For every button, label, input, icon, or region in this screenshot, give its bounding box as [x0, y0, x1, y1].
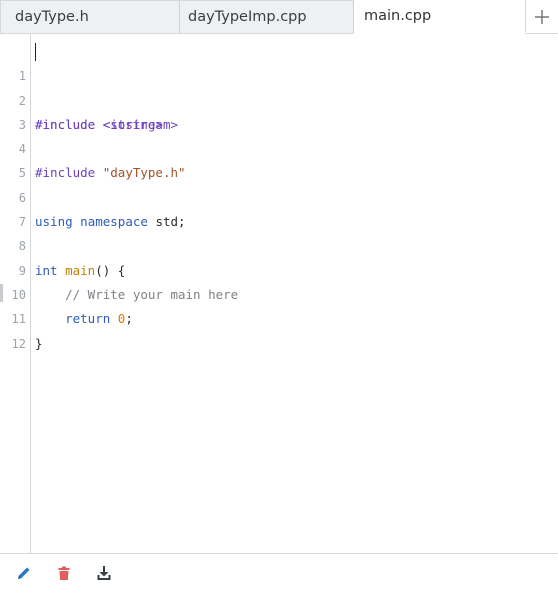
- code-line: 3: [0, 89, 558, 132]
- code-line: 11 }: [0, 283, 558, 350]
- text-cursor: [35, 43, 36, 61]
- add-tab-button[interactable]: [526, 0, 558, 33]
- code-line: 4 #include "dayType.h": [0, 113, 558, 180]
- tab-main-cpp[interactable]: main.cpp: [354, 0, 526, 34]
- code-line: 12: [0, 307, 558, 351]
- trash-icon: [58, 566, 70, 580]
- tab-daytypeimp-cpp[interactable]: dayTypeImp.cpp: [180, 0, 354, 33]
- code-line: 10 return 0;: [0, 259, 558, 326]
- code-line: 1 #include <iostream>: [0, 40, 558, 132]
- line-number: 12: [11, 336, 26, 351]
- delete-button[interactable]: [54, 563, 74, 583]
- code-line: 6 using namespace std;: [0, 161, 558, 229]
- code-editor[interactable]: 1 #include <iostream> 2 #include <string…: [0, 34, 558, 553]
- pencil-icon: [18, 567, 30, 579]
- code-line: 2 #include <string>: [0, 64, 558, 132]
- tab-daytype-h[interactable]: dayType.h: [0, 0, 180, 33]
- edit-button[interactable]: [14, 563, 34, 583]
- download-icon: [97, 566, 111, 580]
- editor-toolbar: [0, 553, 558, 590]
- plus-icon: [535, 9, 549, 24]
- code-editor-window: dayType.h dayTypeImp.cpp main.cpp 1 #inc…: [0, 0, 558, 590]
- code-line: 8 int main() {: [0, 210, 558, 277]
- code-line: 9 // Write your main here: [0, 234, 558, 302]
- download-button[interactable]: [94, 563, 114, 583]
- tab-bar: dayType.h dayTypeImp.cpp main.cpp: [0, 0, 558, 34]
- code-area[interactable]: 1 #include <iostream> 2 #include <string…: [0, 40, 558, 351]
- code-line: 7: [0, 186, 558, 229]
- code-line: 5: [0, 137, 558, 180]
